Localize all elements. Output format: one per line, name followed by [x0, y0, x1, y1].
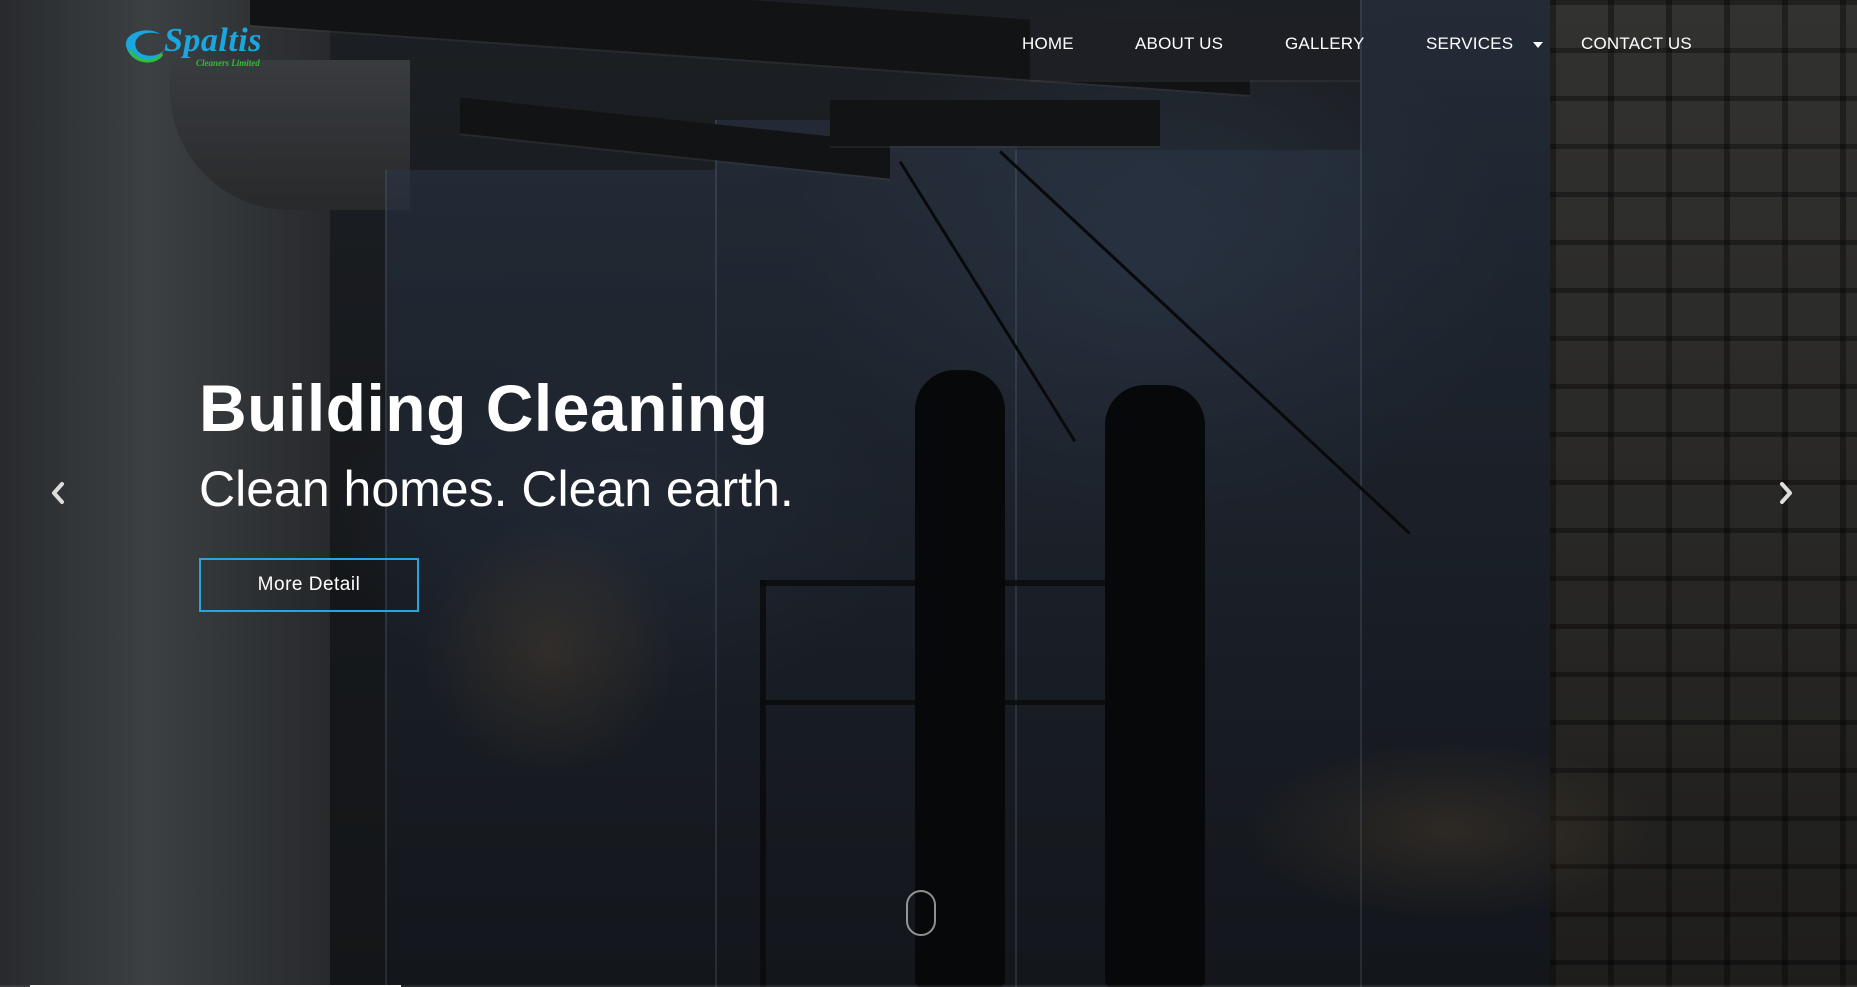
nav-contact-us[interactable]: CONTACT US [1581, 34, 1692, 54]
slide-subtitle: Clean homes. Clean earth. [199, 461, 794, 517]
brand-tagline: Cleaners Limited [196, 58, 260, 68]
more-detail-button[interactable]: More Detail [199, 558, 419, 612]
nav-home[interactable]: HOME [1022, 34, 1074, 54]
main-navigation: HOME ABOUT US GALLERY SERVICES CONTACT U… [0, 34, 1857, 58]
nav-about-us[interactable]: ABOUT US [1135, 34, 1223, 54]
mouse-scroll-icon[interactable] [906, 890, 936, 936]
chevron-left-icon[interactable] [46, 478, 70, 508]
more-detail-label: More Detail [257, 574, 361, 595]
services-dropdown-caret-icon[interactable] [1533, 42, 1543, 48]
nav-gallery[interactable]: GALLERY [1285, 34, 1365, 54]
chevron-right-icon[interactable] [1774, 478, 1798, 508]
slide-title: Building Cleaning [199, 371, 769, 445]
nav-services[interactable]: SERVICES [1426, 34, 1513, 54]
